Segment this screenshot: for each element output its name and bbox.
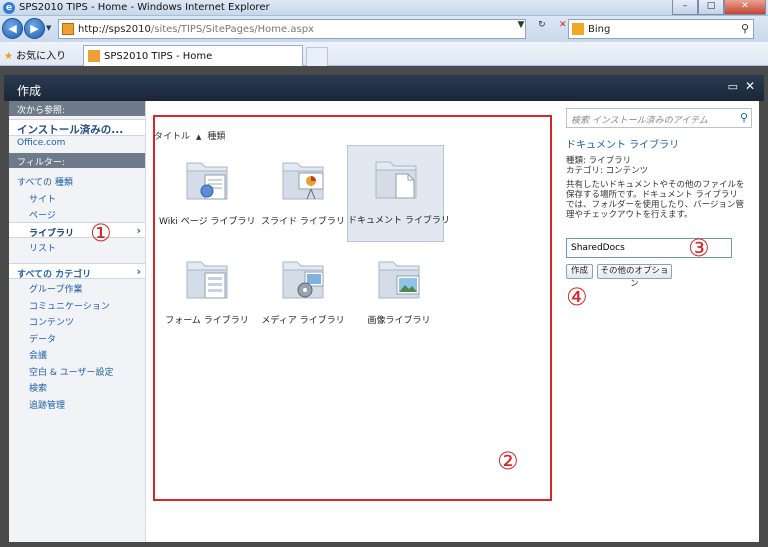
window-title: SPS2010 TIPS - Home - Windows Internet E… [19, 2, 270, 13]
callout-4: ④ [566, 283, 588, 311]
filter-site[interactable]: サイト [9, 189, 145, 206]
close-icon[interactable]: ✕ [724, 0, 766, 15]
item-description: 共有したいドキュメントやその他のファイルを保存する場所です。ドキュメント ライブ… [566, 180, 745, 220]
callout-1: ① [90, 219, 112, 247]
chevron-right-icon: › [136, 264, 141, 278]
star-icon: ★ [4, 51, 13, 62]
left-nav: 次から参照: インストール済みの... Office.com フィルター: すべ… [9, 101, 146, 542]
url-dropdown-icon[interactable]: ▼ [512, 20, 530, 30]
favorites-label: お気に入り [16, 51, 67, 62]
address-bar: ◀ ▶ ▼ http://sps2010/sites/TIPS/SitePage… [0, 16, 768, 42]
highlight-box [153, 115, 552, 501]
url-tools: ▼ ↻ ✕ [512, 20, 572, 30]
url-input[interactable]: http://sps2010/sites/TIPS/SitePages/Home… [58, 19, 526, 39]
forward-button[interactable]: ▶ [24, 18, 45, 39]
category-data[interactable]: データ [9, 329, 145, 346]
search-input[interactable]: Bing ⚲ [568, 19, 754, 39]
browse-header: 次から参照: [9, 101, 145, 116]
history-dropdown-icon[interactable]: ▼ [46, 24, 51, 32]
window-controls: – □ ✕ [672, 0, 766, 15]
favorites-bar: ★ お気に入り SPS2010 TIPS - Home [0, 42, 768, 66]
bing-icon [572, 23, 584, 35]
category-content[interactable]: コンテンツ [9, 312, 145, 329]
maximize-icon[interactable]: □ [698, 0, 724, 15]
category-groupwork[interactable]: グループ作業 [9, 279, 145, 296]
filter-all-categories-label: すべての カテゴリ [17, 269, 92, 280]
category-tracking[interactable]: 追跡管理 [9, 395, 145, 412]
url-host: http://sps2010 [78, 24, 151, 35]
category-communication[interactable]: コミュニケーション [9, 296, 145, 313]
filter-library-label: ライブラリ [29, 228, 75, 239]
filter-header: フィルター: [9, 153, 145, 168]
search-icon[interactable]: ⚲ [741, 22, 749, 35]
dialog-close-icon[interactable]: ✕ [745, 79, 755, 93]
dialog-maximize-icon[interactable]: ▭ [728, 80, 738, 93]
office-link[interactable]: Office.com [9, 136, 145, 153]
filter-all-categories[interactable]: すべての カテゴリ › [9, 262, 145, 280]
filter-all-types[interactable]: すべての 種類 [9, 172, 145, 189]
new-tab-button[interactable] [306, 47, 328, 66]
filter-page[interactable]: ページ [9, 205, 145, 222]
site-favicon-icon [62, 23, 74, 35]
installed-items-link[interactable]: インストール済みの... [9, 119, 145, 136]
more-options-button[interactable]: その他のオプション [597, 264, 672, 289]
installed-items-search[interactable]: 検索 インストール済みのアイテム ⚲ [566, 108, 752, 128]
callout-2: ② [497, 447, 519, 475]
item-category: カテゴリ: コンテンツ [566, 166, 649, 176]
ie-logo-icon: e [3, 2, 15, 14]
back-button[interactable]: ◀ [2, 18, 23, 39]
details-panel: 検索 インストール済みのアイテム ⚲ ドキュメント ライブラリ 種類: ライブラ… [556, 101, 759, 542]
callout-3: ③ [688, 234, 710, 262]
window-titlebar: e SPS2010 TIPS - Home - Windows Internet… [0, 0, 768, 16]
minimize-icon[interactable]: – [672, 0, 698, 15]
filter-list[interactable]: リスト [9, 238, 145, 255]
chevron-right-icon: › [136, 223, 141, 237]
browser-tab[interactable]: SPS2010 TIPS - Home [83, 45, 303, 66]
url-path: /sites/TIPS/SitePages/Home.aspx [150, 24, 314, 35]
search-provider: Bing [588, 24, 611, 35]
search-icon[interactable]: ⚲ [740, 111, 748, 124]
category-meeting[interactable]: 会議 [9, 345, 145, 362]
create-button[interactable]: 作成 [566, 264, 593, 279]
dialog-title: 作成 [17, 84, 42, 98]
search-placeholder: 検索 インストール済みのアイテム [571, 116, 708, 126]
filter-library[interactable]: ライブラリ › [9, 221, 145, 239]
tab-title: SPS2010 TIPS - Home [104, 51, 213, 62]
category-search[interactable]: 検索 [9, 378, 145, 395]
tab-favicon-icon [88, 50, 100, 62]
dialog-header: 作成 ▭ ✕ [4, 75, 764, 101]
favorites-button[interactable]: ★ お気に入り [4, 47, 66, 62]
category-blank-custom[interactable]: 空白 & ユーザー設定 [9, 362, 145, 379]
refresh-icon[interactable]: ↻ [533, 20, 551, 30]
item-title: ドキュメント ライブラリ [566, 140, 680, 151]
